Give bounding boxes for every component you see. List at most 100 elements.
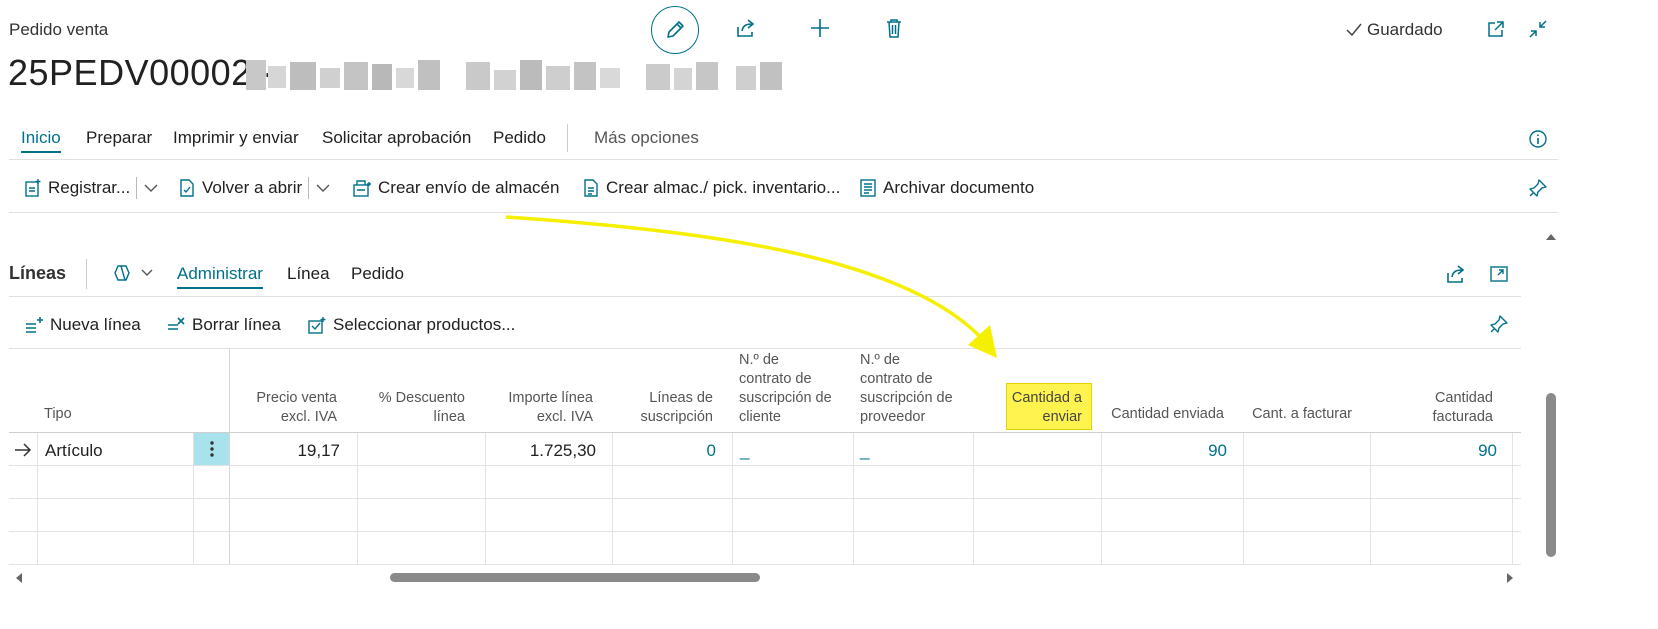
header-line: Precio venta	[256, 390, 337, 406]
volver-a-abrir-button[interactable]: Volver a abrir	[178, 176, 331, 200]
borrar-linea-button[interactable]: Borrar línea	[166, 313, 281, 337]
column-header-cantidad-facturada[interactable]: Cantidad facturada	[1376, 389, 1493, 427]
header-line: Cantidad a	[1011, 390, 1082, 406]
copilot-menu-button[interactable]	[112, 263, 154, 283]
inventory-pick-icon	[584, 179, 598, 197]
post-document-icon	[25, 179, 41, 197]
header-line: línea	[433, 409, 465, 425]
header-line: Importe línea	[508, 390, 593, 406]
column-header-cantidad-enviada[interactable]: Cantidad enviada	[1106, 405, 1224, 424]
grid-row-line	[9, 564, 1521, 565]
nueva-linea-button[interactable]: Nueva línea	[24, 313, 141, 337]
registrar-label: Registrar...	[48, 178, 131, 197]
cell-tipo[interactable]: Artículo	[45, 441, 103, 461]
table-row[interactable]	[9, 433, 1521, 465]
column-header-tipo[interactable]: Tipo	[44, 405, 72, 424]
tab-solicitar-aprobacion[interactable]: Solicitar aprobación	[322, 128, 471, 148]
expand-icon	[1490, 266, 1508, 282]
annotation-arrow	[505, 215, 997, 358]
tab-inicio[interactable]: Inicio	[21, 128, 61, 153]
pin-lines-actions-button[interactable]	[1485, 310, 1513, 338]
lines-share-button[interactable]	[1442, 260, 1470, 288]
edit-button[interactable]	[651, 6, 699, 54]
share-button[interactable]	[732, 14, 760, 42]
cell-contrato-proveedor[interactable]: _	[860, 441, 869, 461]
column-header-cantidad-enviar[interactable]: Cantidad a enviar	[1006, 389, 1082, 427]
crear-envio-almacen-button[interactable]: Crear envío de almacén	[352, 176, 559, 200]
blurred-customer-name	[246, 60, 782, 90]
tab-lines-pedido[interactable]: Pedido	[351, 264, 404, 284]
scroll-right-icon[interactable]	[1505, 572, 1515, 584]
open-new-window-button[interactable]	[1482, 15, 1510, 43]
share-icon	[737, 19, 755, 37]
archivar-documento-button[interactable]: Archivar documento	[859, 176, 1034, 200]
cell-precio[interactable]: 19,17	[240, 441, 340, 461]
select-items-icon	[308, 317, 326, 334]
chevron-down-icon	[141, 269, 153, 276]
info-button[interactable]	[1524, 125, 1552, 153]
chevron-down-icon[interactable]	[143, 183, 159, 193]
cell-lineas-suscripcion[interactable]: 0	[618, 441, 716, 461]
delete-line-icon	[168, 317, 185, 330]
tab-divider	[567, 124, 568, 152]
document-number: 25PEDV00002	[8, 52, 252, 93]
grid-row-line	[9, 531, 1521, 532]
header-line: excl. IVA	[536, 409, 593, 425]
divider	[9, 159, 1558, 160]
header-line: proveedor	[860, 409, 926, 425]
column-header-lineas-suscripcion[interactable]: Líneas de suscripción	[618, 389, 713, 427]
grid-row-line	[9, 498, 1521, 499]
tab-imprimir-enviar[interactable]: Imprimir y enviar	[173, 128, 299, 148]
crear-almac-pick-label: Crear almac./ pick. inventario...	[606, 178, 841, 197]
archive-document-icon	[860, 179, 876, 197]
open-in-new-window-icon	[1488, 21, 1504, 37]
registrar-button[interactable]: Registrar...	[24, 176, 159, 200]
cell-cantidad-enviada[interactable]: 90	[1106, 441, 1227, 461]
header-line: excl. IVA	[280, 409, 337, 425]
tab-linea[interactable]: Línea	[287, 264, 330, 284]
crear-envio-almacen-label: Crear envío de almacén	[378, 178, 560, 197]
pencil-icon	[667, 21, 684, 38]
new-button[interactable]	[806, 14, 834, 42]
delete-button[interactable]	[880, 14, 908, 42]
header-line: Líneas de	[649, 390, 713, 406]
column-header-precio[interactable]: Precio venta excl. IVA	[240, 389, 337, 427]
header-line: suscripción de	[739, 390, 832, 406]
collapse-icon	[1529, 20, 1547, 38]
divider	[86, 259, 87, 289]
row-actions-button[interactable]	[194, 433, 229, 465]
crear-almac-pick-button[interactable]: Crear almac./ pick. inventario...	[582, 176, 840, 200]
header-line: suscripción de	[860, 390, 953, 406]
tab-pedido[interactable]: Pedido	[493, 128, 546, 148]
column-header-importe[interactable]: Importe línea excl. IVA	[490, 389, 593, 427]
info-icon	[1529, 130, 1547, 148]
pin-icon	[1490, 315, 1508, 333]
tab-mas-opciones[interactable]: Más opciones	[594, 128, 699, 148]
checkmark-icon	[1346, 23, 1362, 37]
lines-expand-button[interactable]	[1485, 260, 1513, 288]
copilot-icon	[114, 265, 130, 281]
chevron-down-icon[interactable]	[315, 183, 331, 193]
seleccionar-productos-button[interactable]: Seleccionar productos...	[307, 313, 515, 337]
vertical-scrollbar-thumb[interactable]	[1546, 393, 1556, 557]
pin-actions-button[interactable]	[1524, 174, 1552, 202]
scroll-up-icon[interactable]	[1545, 232, 1557, 242]
collapse-button[interactable]	[1524, 15, 1552, 43]
save-status-label: Guardado	[1367, 20, 1443, 39]
scroll-left-icon[interactable]	[14, 572, 24, 584]
more-vertical-icon	[209, 441, 214, 457]
trash-icon	[887, 19, 901, 38]
horizontal-scrollbar-thumb[interactable]	[390, 573, 760, 582]
tab-administrar[interactable]: Administrar	[177, 264, 263, 289]
grid-row-line	[9, 465, 1521, 466]
archivar-documento-label: Archivar documento	[883, 178, 1035, 197]
header-line: cliente	[739, 409, 781, 425]
cell-contrato-cliente[interactable]: _	[740, 441, 749, 461]
header-line: contrato de	[860, 371, 933, 387]
reopen-document-icon	[180, 179, 194, 197]
tab-preparar[interactable]: Preparar	[86, 128, 152, 148]
cell-cantidad-facturada[interactable]: 90	[1376, 441, 1497, 461]
column-header-cant-facturar[interactable]: Cant. a facturar	[1248, 405, 1352, 424]
column-header-descuento[interactable]: % Descuento línea	[362, 389, 465, 427]
header-line: contrato de	[739, 371, 812, 387]
